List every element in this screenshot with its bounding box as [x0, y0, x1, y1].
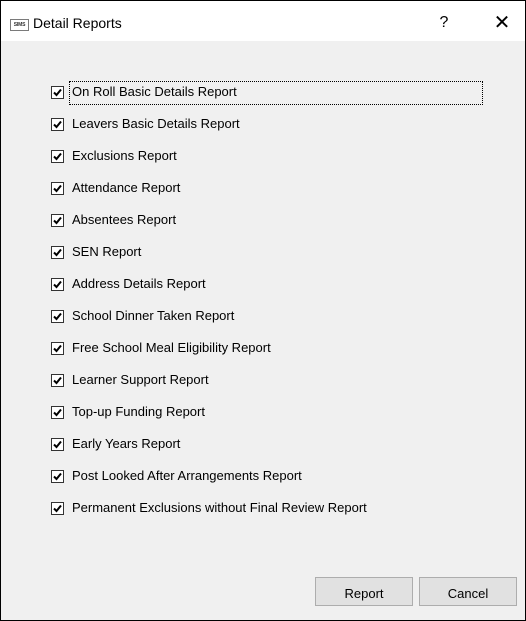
checkbox[interactable] — [51, 502, 64, 515]
report-item-label: Permanent Exclusions without Final Revie… — [72, 500, 367, 515]
report-item[interactable]: Top-up Funding Report — [46, 402, 496, 434]
checkbox[interactable] — [51, 374, 64, 387]
report-item-label-wrap: Attendance Report — [70, 178, 182, 200]
checkbox[interactable] — [51, 150, 64, 163]
report-item-label: Absentees Report — [72, 212, 177, 227]
detail-reports-dialog: SIMS Detail Reports ? ✕ On Roll Basic De… — [0, 0, 526, 621]
checkbox[interactable] — [51, 310, 64, 323]
report-item-label: Post Looked After Arrangements Report — [72, 468, 302, 483]
report-item[interactable]: Address Details Report — [46, 274, 496, 306]
report-item[interactable]: SEN Report — [46, 242, 496, 274]
report-item-label: On Roll Basic Details Report — [72, 84, 237, 99]
dialog-content: On Roll Basic Details Report Leavers Bas… — [1, 41, 525, 577]
report-item-label-wrap: Top-up Funding Report — [70, 402, 207, 424]
checkbox[interactable] — [51, 214, 64, 227]
report-item-label-wrap: Early Years Report — [70, 434, 182, 456]
title-bar: SIMS Detail Reports ? ✕ — [1, 1, 525, 41]
checkbox[interactable] — [51, 182, 64, 195]
report-item-label-wrap: Free School Meal Eligibility Report — [70, 338, 273, 360]
report-item-label: Free School Meal Eligibility Report — [72, 340, 271, 355]
report-item[interactable]: Post Looked After Arrangements Report — [46, 466, 496, 498]
checkbox[interactable] — [51, 438, 64, 451]
report-item-label: Top-up Funding Report — [72, 404, 205, 419]
report-item[interactable]: Free School Meal Eligibility Report — [46, 338, 496, 370]
report-item-label-wrap: Leavers Basic Details Report — [70, 114, 242, 136]
report-item-label: Leavers Basic Details Report — [72, 116, 240, 131]
report-item[interactable]: Permanent Exclusions without Final Revie… — [46, 498, 496, 530]
report-item-label: School Dinner Taken Report — [72, 308, 235, 323]
report-item-label-wrap: Address Details Report — [70, 274, 208, 296]
report-item-label-wrap: Absentees Report — [70, 210, 178, 232]
report-item-label: Address Details Report — [72, 276, 206, 291]
report-item[interactable]: Learner Support Report — [46, 370, 496, 402]
report-item-label-wrap: SEN Report — [70, 242, 143, 264]
report-item-label: Attendance Report — [72, 180, 181, 195]
checkbox[interactable] — [51, 342, 64, 355]
reports-checkbox-list: On Roll Basic Details Report Leavers Bas… — [46, 81, 496, 530]
report-item[interactable]: School Dinner Taken Report — [46, 306, 496, 338]
report-item[interactable]: Attendance Report — [46, 178, 496, 210]
report-item-label-wrap: Post Looked After Arrangements Report — [70, 466, 304, 488]
report-item[interactable]: On Roll Basic Details Report — [46, 81, 496, 114]
report-item-label: Early Years Report — [72, 436, 181, 451]
report-item-label-wrap: Permanent Exclusions without Final Revie… — [70, 498, 369, 520]
checkbox[interactable] — [51, 406, 64, 419]
close-button[interactable]: ✕ — [486, 10, 518, 36]
window-title: Detail Reports — [33, 15, 122, 31]
dialog-footer: Report Cancel — [1, 577, 525, 620]
report-item-label-wrap: Learner Support Report — [70, 370, 211, 392]
report-item[interactable]: Exclusions Report — [46, 146, 496, 178]
help-button[interactable]: ? — [431, 12, 457, 34]
cancel-button[interactable]: Cancel — [419, 577, 517, 606]
checkbox[interactable] — [51, 278, 64, 291]
report-item[interactable]: Leavers Basic Details Report — [46, 114, 496, 146]
report-button[interactable]: Report — [315, 577, 413, 606]
checkbox[interactable] — [51, 118, 64, 131]
report-item-label-wrap: Exclusions Report — [70, 146, 179, 168]
report-item-label: Exclusions Report — [72, 148, 177, 163]
checkbox[interactable] — [51, 470, 64, 483]
report-item[interactable]: Early Years Report — [46, 434, 496, 466]
report-item-label: SEN Report — [72, 244, 142, 259]
report-item-label-wrap: School Dinner Taken Report — [70, 306, 236, 328]
report-item-label: Learner Support Report — [72, 372, 209, 387]
report-item[interactable]: Absentees Report — [46, 210, 496, 242]
sims-app-icon: SIMS — [10, 19, 29, 31]
checkbox[interactable] — [51, 246, 64, 259]
checkbox[interactable] — [51, 86, 64, 99]
report-item-label-wrap: On Roll Basic Details Report — [69, 81, 483, 105]
